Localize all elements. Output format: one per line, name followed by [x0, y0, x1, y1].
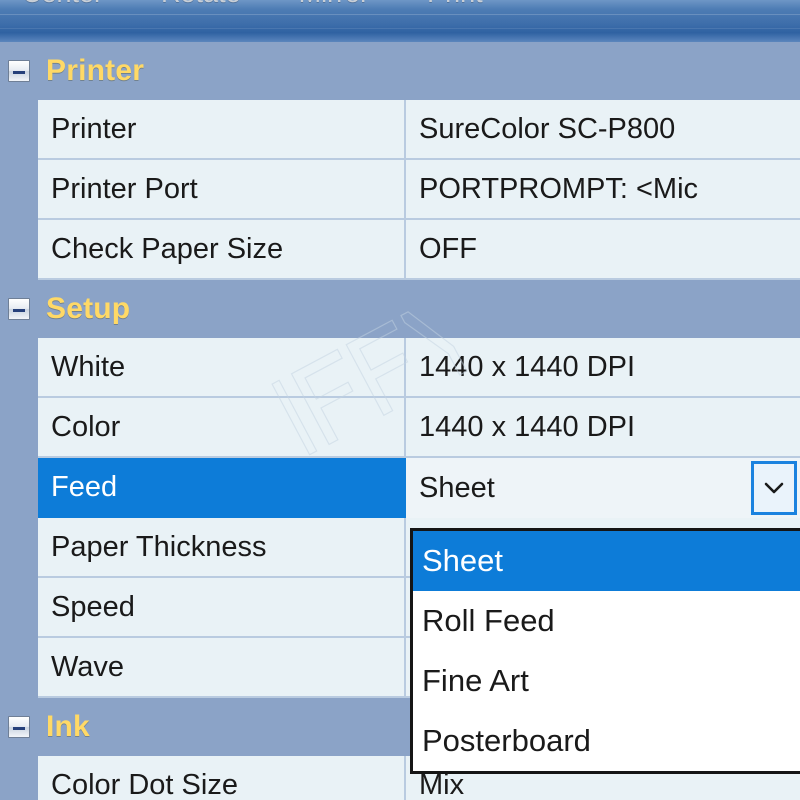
feed-dropdown-list[interactable]: Sheet Roll Feed Fine Art Posterboard [410, 528, 800, 774]
row-value-printer[interactable]: SureColor SC-P800 [406, 100, 800, 160]
table-row[interactable]: White 1440 x 1440 DPI [0, 338, 800, 398]
section-title-ink: Ink [46, 710, 90, 743]
toolbar-items: Center Rotate Mirror Print [0, 0, 541, 12]
dropdown-option-roll-feed[interactable]: Roll Feed [413, 591, 800, 651]
table-row[interactable]: Color 1440 x 1440 DPI [0, 398, 800, 458]
row-gutter [0, 458, 38, 518]
row-gutter [0, 338, 38, 398]
section-title-printer: Printer [46, 54, 145, 87]
table-row[interactable]: Printer SureColor SC-P800 [0, 100, 800, 160]
collapse-minus-icon[interactable] [8, 60, 30, 82]
collapse-minus-icon[interactable] [8, 716, 30, 738]
table-row-feed-selected[interactable]: Feed Sheet [0, 458, 800, 518]
section-title-setup: Setup [46, 292, 131, 325]
toolbar-item-center[interactable]: Center [22, 0, 103, 8]
row-label-color: Color [38, 398, 406, 458]
row-gutter [0, 518, 38, 578]
section-header-setup[interactable]: Setup [0, 280, 800, 338]
row-gutter [0, 160, 38, 220]
row-label-white: White [38, 338, 406, 398]
feed-combobox-dropdown-button[interactable] [751, 461, 797, 515]
feed-combobox-value[interactable]: Sheet [406, 458, 751, 518]
chevron-down-icon [764, 482, 784, 494]
dropdown-option-posterboard[interactable]: Posterboard [413, 711, 800, 771]
row-label-paper-thickness: Paper Thickness [38, 518, 406, 578]
row-label-feed: Feed [38, 458, 406, 518]
toolbar-divider-2 [0, 28, 800, 29]
table-row[interactable]: Printer Port PORTPROMPT: <Mic [0, 160, 800, 220]
toolbar-divider [0, 14, 800, 15]
row-gutter [0, 398, 38, 458]
row-label-check-paper-size: Check Paper Size [38, 220, 406, 280]
row-label-speed: Speed [38, 578, 406, 638]
dropdown-option-sheet[interactable]: Sheet [413, 531, 800, 591]
row-value-printer-port[interactable]: PORTPROMPT: <Mic [406, 160, 800, 220]
row-label-wave: Wave [38, 638, 406, 698]
row-gutter [0, 578, 38, 638]
feed-combobox[interactable]: Sheet [406, 458, 800, 518]
row-value-check-paper-size[interactable]: OFF [406, 220, 800, 280]
dropdown-option-fine-art[interactable]: Fine Art [413, 651, 800, 711]
section-header-printer[interactable]: Printer [0, 42, 800, 100]
row-gutter [0, 756, 38, 800]
toolbar-item-print[interactable]: Print [427, 0, 483, 8]
table-row[interactable]: Check Paper Size OFF [0, 220, 800, 280]
collapse-minus-icon[interactable] [8, 298, 30, 320]
row-label-printer-port: Printer Port [38, 160, 406, 220]
row-value-white[interactable]: 1440 x 1440 DPI [406, 338, 800, 398]
print-settings-window: Center Rotate Mirror Print Printer Print… [0, 0, 800, 800]
row-label-printer: Printer [38, 100, 406, 160]
toolbar-item-mirror[interactable]: Mirror [299, 0, 369, 8]
toolbar: Center Rotate Mirror Print [0, 0, 800, 42]
row-gutter [0, 638, 38, 698]
toolbar-item-rotate[interactable]: Rotate [161, 0, 241, 8]
row-label-color-dot-size: Color Dot Size [38, 756, 406, 800]
row-gutter [0, 220, 38, 280]
row-value-color[interactable]: 1440 x 1440 DPI [406, 398, 800, 458]
row-gutter [0, 100, 38, 160]
